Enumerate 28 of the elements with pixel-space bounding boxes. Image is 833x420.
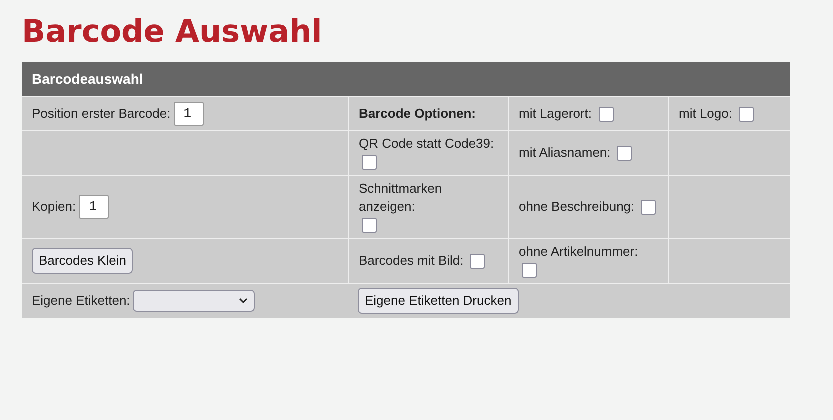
action-button[interactable]: Barcodes Klein <box>32 248 134 274</box>
checkbox-label: mit Aliasnamen: <box>519 144 611 162</box>
checkbox[interactable] <box>362 218 377 234</box>
checkbox-label: mit Lagerort: <box>519 104 592 122</box>
page-title: Barcode Auswahl <box>22 14 324 50</box>
field-label: Eigene Etiketten: <box>32 292 130 310</box>
checkbox-label: mit Logo: <box>679 104 732 122</box>
section-heading: Barcode Optionen: <box>359 104 476 122</box>
checkbox-label: Schnittmarken anzeigen: <box>359 180 444 216</box>
checkbox[interactable] <box>470 254 486 270</box>
checkbox[interactable] <box>739 106 754 122</box>
number-field[interactable]: 1 <box>79 195 110 219</box>
checkbox-label: Barcodes mit Bild: <box>359 252 464 270</box>
checkbox-label: ohne Artikelnummer: <box>519 243 638 261</box>
field-label: Kopien: <box>32 198 76 216</box>
chevron-down-icon <box>239 298 248 304</box>
dropdown-field[interactable] <box>133 290 256 312</box>
checkbox[interactable] <box>617 146 632 162</box>
checkbox[interactable] <box>598 106 614 122</box>
action-button[interactable]: Eigene Etiketten Drucken <box>358 288 519 314</box>
panel-header: Barcodeauswahl <box>22 62 790 96</box>
field-label: Position erster Barcode: <box>32 104 171 122</box>
number-field[interactable]: 1 <box>174 102 204 126</box>
checkbox-label: QR Code statt Code39: <box>359 135 494 153</box>
checkbox[interactable] <box>362 155 377 170</box>
checkbox-label: ohne Beschreibung: <box>519 198 635 216</box>
checkbox[interactable] <box>522 263 537 278</box>
checkbox[interactable] <box>641 200 656 216</box>
